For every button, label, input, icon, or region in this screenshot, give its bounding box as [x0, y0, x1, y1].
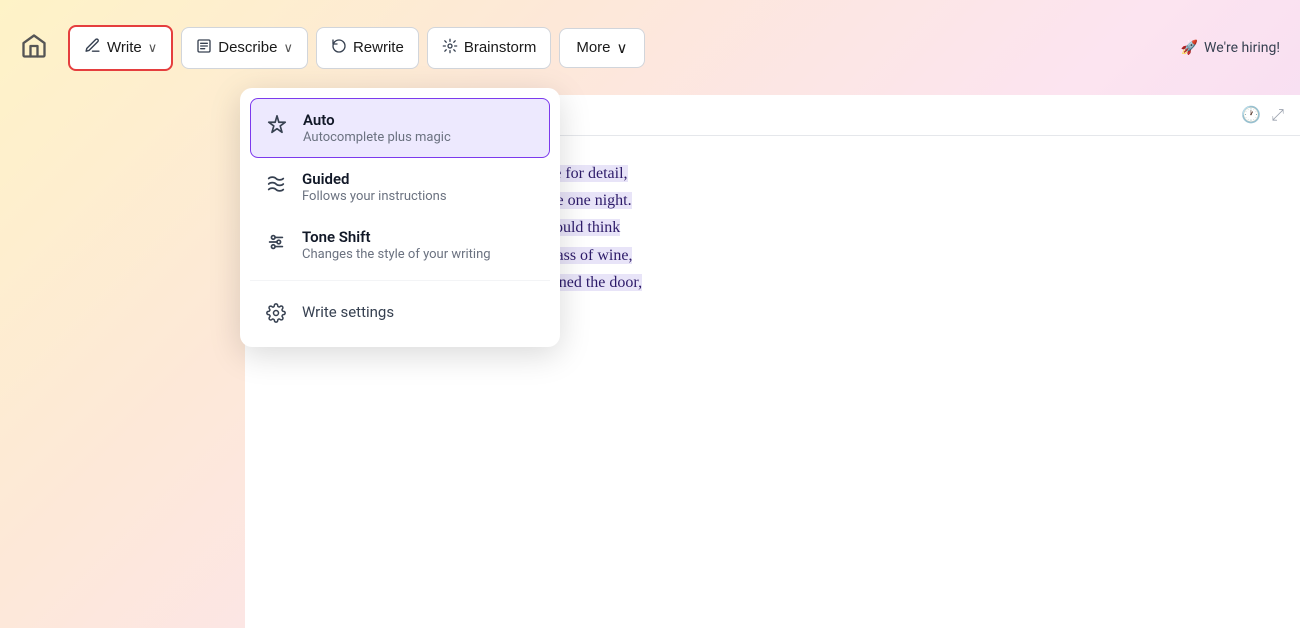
write-label: Write [107, 39, 142, 56]
toneshift-title: Tone Shift [302, 228, 491, 246]
rewrite-label: Rewrite [353, 39, 404, 56]
more-button[interactable]: More ∨ [559, 28, 644, 68]
describe-chevron-icon: ∨ [283, 40, 293, 56]
rewrite-icon [331, 38, 347, 58]
hiring-link[interactable]: 🚀 We're hiring! [1181, 40, 1280, 56]
menu-item-write-settings[interactable]: Write settings [250, 287, 550, 337]
toolbar-right-icons: 🕐 ⤢ [1241, 105, 1284, 125]
settings-label: Write settings [302, 303, 394, 321]
auto-text: Auto Autocomplete plus magic [303, 111, 451, 145]
auto-subtitle: Autocomplete plus magic [303, 130, 451, 145]
toneshift-subtitle: Changes the style of your writing [302, 247, 491, 262]
auto-title: Auto [303, 111, 451, 129]
toneshift-text: Tone Shift Changes the style of your wri… [302, 228, 491, 262]
topbar: Write ∨ Describe ∨ Rewrite [0, 0, 1300, 95]
more-chevron-icon: ∨ [617, 39, 628, 57]
brainstorm-button[interactable]: Brainstorm [427, 27, 552, 69]
brainstorm-label: Brainstorm [464, 39, 537, 56]
describe-button[interactable]: Describe ∨ [181, 27, 308, 69]
settings-icon [264, 301, 288, 325]
brainstorm-icon [442, 38, 458, 58]
write-dropdown-menu: Auto Autocomplete plus magic Guided Foll… [240, 88, 560, 347]
rewrite-button[interactable]: Rewrite [316, 27, 419, 69]
history-icon[interactable]: 🕐 [1241, 105, 1261, 125]
pen-icon [84, 37, 101, 59]
write-button[interactable]: Write ∨ [68, 25, 173, 71]
home-icon[interactable] [20, 32, 48, 64]
expand-icon[interactable]: ⤢ [1271, 105, 1284, 125]
menu-item-toneshift[interactable]: Tone Shift Changes the style of your wri… [250, 216, 550, 274]
guided-title: Guided [302, 170, 447, 188]
guided-text: Guided Follows your instructions [302, 170, 447, 204]
toneshift-icon [264, 230, 288, 254]
guided-icon [264, 172, 288, 196]
describe-icon [196, 38, 212, 58]
write-chevron-icon: ∨ [148, 40, 158, 56]
guided-subtitle: Follows your instructions [302, 189, 447, 204]
rocket-icon: 🚀 [1181, 40, 1198, 56]
menu-divider [250, 280, 550, 281]
menu-item-guided[interactable]: Guided Follows your instructions [250, 158, 550, 216]
describe-label: Describe [218, 39, 277, 56]
auto-sparkle-icon [265, 113, 289, 137]
hiring-label: We're hiring! [1204, 40, 1280, 56]
more-label: More [576, 39, 610, 56]
left-sidebar [0, 95, 245, 628]
menu-item-auto[interactable]: Auto Autocomplete plus magic [250, 98, 550, 158]
